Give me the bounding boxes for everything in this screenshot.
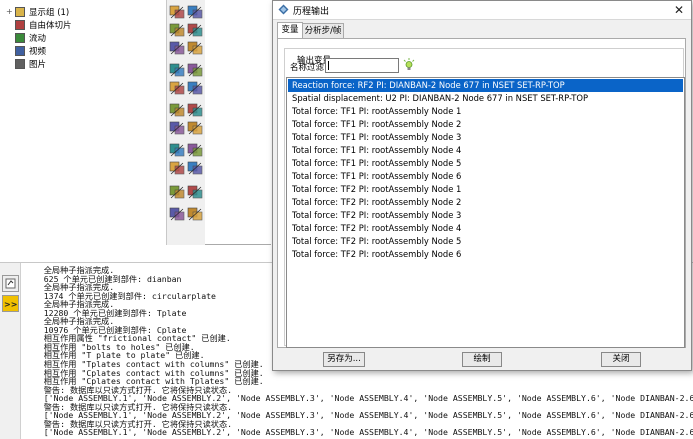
- plot-contour-icon[interactable]: [169, 22, 185, 38]
- plot-undeformed-icon[interactable]: [169, 4, 185, 20]
- name-filter-input[interactable]: [325, 58, 399, 73]
- save-as-button[interactable]: 另存为...: [323, 352, 365, 367]
- list-item[interactable]: Total force: TF1 PI: rootAssembly Node 6: [288, 170, 683, 183]
- history-output-icon: [278, 4, 289, 15]
- plot-symbol-icon[interactable]: [187, 22, 203, 38]
- message-toggle-icon[interactable]: [2, 275, 19, 292]
- history-output-dialog: 历程输出 ✕ 变量 分析步/帧 输出变量 名称过滤: Reaction forc…: [272, 0, 692, 371]
- output-variables-list[interactable]: Reaction force: RF2 PI: DIANBAN-2 Node 6…: [286, 77, 685, 348]
- xy-plot-icon[interactable]: [187, 62, 203, 78]
- list-item[interactable]: Total force: TF2 PI: rootAssembly Node 5: [288, 235, 683, 248]
- python-prompt-icon[interactable]: >>>: [2, 295, 24, 312]
- toolbox: [166, 0, 206, 245]
- name-filter-label: 名称过滤:: [290, 63, 327, 73]
- list-item[interactable]: Total force: TF1 PI: rootAssembly Node 2: [288, 118, 683, 131]
- path-icon[interactable]: [169, 80, 185, 96]
- image-icon: [15, 58, 25, 69]
- layer-icon[interactable]: [169, 160, 185, 176]
- tree-item[interactable]: + 显示组 (1): [6, 5, 69, 18]
- tree-expander[interactable]: +: [6, 7, 13, 16]
- list-item[interactable]: Total force: TF2 PI: rootAssembly Node 1: [288, 183, 683, 196]
- list-item[interactable]: Total force: TF2 PI: rootAssembly Node 3: [288, 209, 683, 222]
- animate-icon[interactable]: [187, 40, 203, 56]
- dialog-title: 历程输出: [293, 7, 330, 17]
- tab-variables[interactable]: 变量: [277, 22, 303, 39]
- tree-item-label: 图片: [29, 59, 47, 70]
- message-sidebar: >>>: [0, 263, 24, 439]
- tab-panel: 输出变量 名称过滤: Reaction force: RF2 PI: DIANB…: [277, 38, 686, 348]
- query-icon[interactable]: [169, 120, 185, 136]
- xy-data-icon[interactable]: [169, 62, 185, 78]
- movie-icon: [15, 45, 25, 56]
- list-item[interactable]: Spatial displacement: U2 PI: DIANBAN-2 N…: [288, 92, 683, 105]
- stream-icon[interactable]: [187, 142, 203, 158]
- list-item[interactable]: Total force: TF1 PI: rootAssembly Node 3: [288, 131, 683, 144]
- list-item[interactable]: Total force: TF1 PI: rootAssembly Node 1: [288, 105, 683, 118]
- plot-material-orient-icon[interactable]: [169, 40, 185, 56]
- filter-bulb-icon[interactable]: [403, 58, 415, 71]
- list-item[interactable]: Total force: TF1 PI: rootAssembly Node 5: [288, 157, 683, 170]
- tree-item-label: 显示组 (1): [29, 7, 70, 18]
- free-body-cut-icon[interactable]: [169, 142, 185, 158]
- svg-text:>>>: >>>: [4, 300, 18, 309]
- report-icon[interactable]: [187, 120, 203, 136]
- display-group-icon[interactable]: [187, 102, 203, 118]
- list-item[interactable]: Total force: TF1 PI: rootAssembly Node 4: [288, 144, 683, 157]
- view-cut-icon[interactable]: [169, 102, 185, 118]
- tools-icon[interactable]: [187, 206, 203, 222]
- display-group-icon: [15, 6, 25, 17]
- color-code-icon[interactable]: [169, 184, 185, 200]
- close-button[interactable]: 关闭: [601, 352, 641, 367]
- tree-item[interactable]: 图片: [6, 57, 46, 70]
- dialog-titlebar[interactable]: 历程输出 ✕: [273, 1, 691, 20]
- model-tree[interactable]: + 显示组 (1) 自由体切片流动视频图片: [0, 0, 165, 262]
- tree-item[interactable]: 自由体切片: [6, 18, 72, 31]
- probe-icon[interactable]: [187, 80, 203, 96]
- free-body-icon: [15, 19, 25, 30]
- common-options-icon[interactable]: [187, 184, 203, 200]
- options-icon[interactable]: [169, 206, 185, 222]
- list-item[interactable]: Reaction force: RF2 PI: DIANBAN-2 Node 6…: [288, 79, 683, 92]
- list-item[interactable]: Total force: TF2 PI: rootAssembly Node 4: [288, 222, 683, 235]
- plot-deformed-icon[interactable]: [187, 4, 203, 20]
- viewport-divider: [205, 244, 271, 245]
- list-item[interactable]: Total force: TF2 PI: rootAssembly Node 6: [288, 248, 683, 261]
- overlay-icon[interactable]: [187, 160, 203, 176]
- message-line: ['Node ASSEMBLY.1', 'Node ASSEMBLY.2', '…: [24, 427, 693, 438]
- tree-item-label: 自由体切片: [29, 20, 72, 31]
- close-icon[interactable]: ✕: [671, 2, 687, 18]
- tree-item-label: 视频: [29, 46, 47, 57]
- tree-item-label: 流动: [29, 33, 47, 44]
- plot-button[interactable]: 绘制: [462, 352, 502, 367]
- tree-item[interactable]: 视频: [6, 44, 46, 57]
- flow-icon: [15, 32, 25, 43]
- tree-item[interactable]: 流动: [6, 31, 46, 44]
- tab-steps-frames[interactable]: 分析步/帧: [302, 23, 344, 38]
- list-item[interactable]: Total force: TF2 PI: rootAssembly Node 2: [288, 196, 683, 209]
